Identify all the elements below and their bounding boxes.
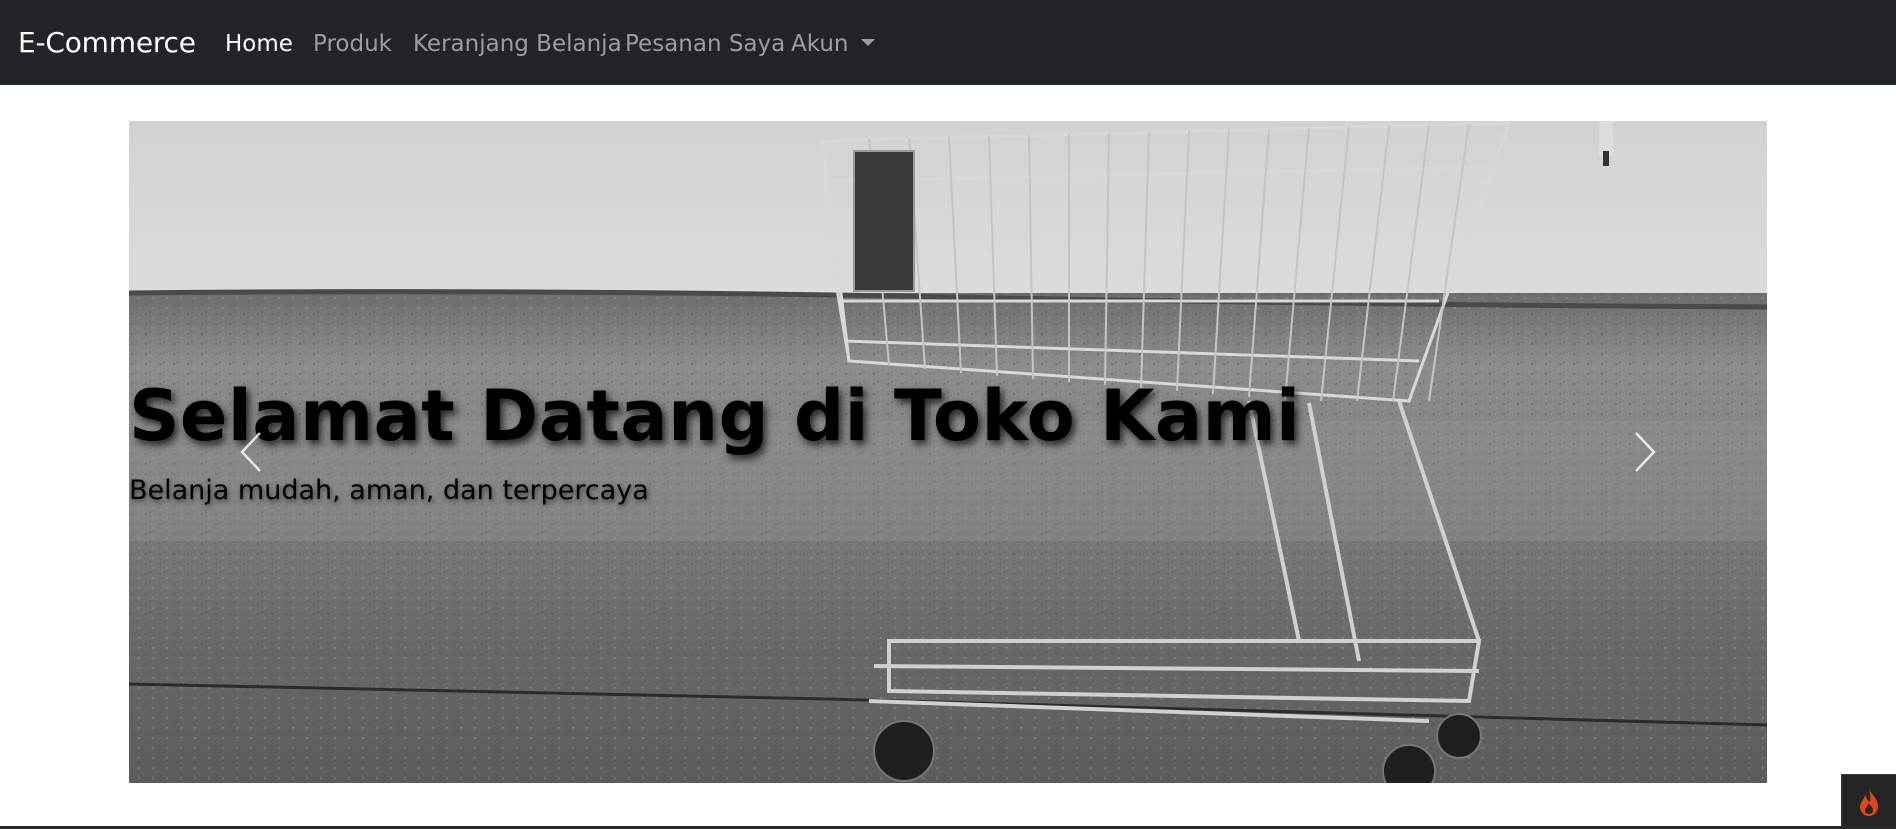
hero-title: Selamat Datang di Toko Kami: [129, 375, 1301, 457]
carousel-next-button[interactable]: [1547, 121, 1767, 783]
nav-item-home[interactable]: Home: [225, 29, 293, 59]
brand-logo-link[interactable]: E-Commerce: [18, 25, 196, 61]
flame-icon: [1860, 788, 1878, 816]
hero-subtitle: Belanja mudah, aman, dan terpercaya: [129, 475, 649, 506]
nav-item-akun-dropdown[interactable]: Akun: [791, 29, 875, 59]
debug-toolbar-button[interactable]: [1841, 774, 1896, 829]
nav-item-produk[interactable]: Produk: [313, 29, 392, 59]
nav-item-keranjang-belanja[interactable]: Keranjang Belanja: [413, 29, 622, 59]
hero-carousel: Selamat Datang di Toko Kami Belanja muda…: [129, 121, 1767, 783]
caret-down-icon: [860, 39, 875, 46]
carousel-prev-button[interactable]: [129, 121, 349, 783]
nav-item-pesanan-saya[interactable]: Pesanan Saya: [625, 29, 785, 59]
chevron-right-icon: [1635, 432, 1656, 472]
navbar: E-Commerce Home Produk Keranjang Belanja…: [0, 0, 1896, 85]
chevron-left-icon: [240, 432, 261, 472]
nav-item-akun-label: Akun: [791, 31, 849, 57]
